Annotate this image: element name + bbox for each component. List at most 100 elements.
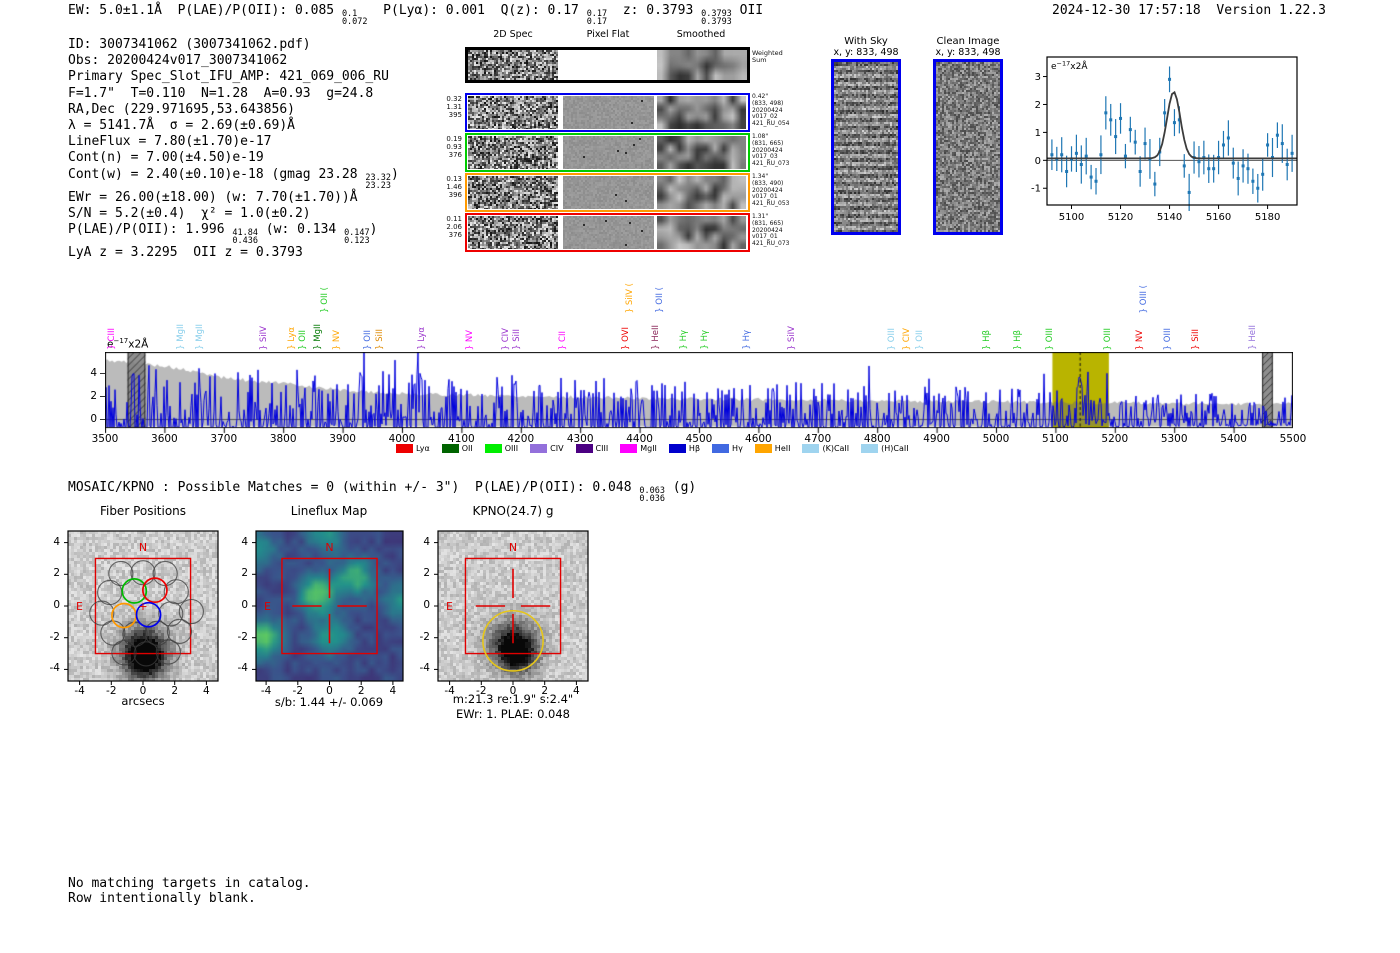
info-line-cont-w: Cont(w) = 2.40(±0.10)e-18 (gmag 23.28 23… — [68, 166, 399, 191]
fiber_positions-overlay: N E + — [64, 530, 219, 685]
smoothed-cutout — [657, 176, 746, 209]
fiber_positions-y-tick-label: -4 — [49, 662, 60, 675]
smoothed-cutout — [657, 216, 746, 249]
legend-item-heii: HeII — [754, 444, 791, 453]
summary-header-line: EW: 5.0±1.1Å P(LAE)/P(OII): 0.085 0.1 0.0… — [68, 3, 764, 27]
x-tick-label: 3700 — [210, 433, 238, 445]
legend-item-ciii: CIII — [575, 444, 609, 453]
weighted-sum-2dspec — [468, 50, 558, 80]
x-tick-label: 5500 — [1279, 433, 1307, 445]
2d-row-fiber-label: 0.42" (833, 498) 20200424 v017_02 421_RU… — [752, 93, 790, 128]
emission-line-label-hγ: } Hγ — [742, 330, 752, 350]
kpno-x-tick-label: 0 — [509, 685, 517, 697]
emission-line-label-ciii: } CIII — [107, 328, 117, 350]
legend-swatch — [620, 444, 638, 453]
kpno-y-tick-label: 0 — [423, 599, 430, 611]
x-tick-label: 5300 — [1160, 433, 1188, 445]
2d-row-weights-label: 0.19 0.93 376 — [446, 135, 462, 159]
pixel-flat-cutout — [563, 176, 654, 209]
legend-label: OIII — [504, 444, 519, 453]
2d-row-fiber-label: 1.34" (833, 490) 20200424 v017_01 421_RU… — [752, 173, 790, 208]
legend-label: OII — [461, 444, 473, 453]
stacked-uncertainty: 0.17 0.17 — [586, 9, 608, 27]
x-tick-label: 5200 — [1101, 433, 1129, 445]
footer-note-1: No matching targets in catalog. — [68, 876, 311, 891]
emission-line-label-hγ: } Hγ — [700, 330, 710, 350]
x-tick-label: 3800 — [269, 433, 297, 445]
legend-label: MgII — [640, 444, 657, 453]
legend-item-oii: OII — [441, 444, 473, 453]
report-version: Version 1.22.3 — [1216, 3, 1326, 18]
emission-line-label-oiii: } OIII — [1163, 327, 1173, 350]
x-tick-label: 5000 — [982, 433, 1010, 445]
kpno-x-tick-label: -2 — [476, 685, 487, 697]
info-line-radec: RA,Dec (229.971695,53.643856) — [68, 101, 295, 117]
y-tick-label: 2 — [90, 390, 97, 402]
2d-row-weights-label: 0.32 1.31 395 — [446, 95, 462, 119]
svg-text:5120: 5120 — [1108, 212, 1133, 223]
kpno-y-tick-label: 4 — [423, 535, 430, 548]
legend-swatch — [802, 444, 820, 453]
legend-item-mgii: MgII — [620, 444, 657, 453]
footer-note-2: Row intentionally blank. — [68, 891, 256, 906]
svg-text:1: 1 — [1035, 128, 1041, 139]
svg-text:5160: 5160 — [1206, 212, 1231, 223]
stacked-uncertainty: 23.32 23.23 — [365, 172, 392, 191]
emission-line-label-siiv: } SiIV — [787, 325, 797, 350]
stacked-uncertainty: 41.84 0.436 — [232, 228, 258, 247]
info-line-lambda-sigma: λ = 5141.7Å σ = 2.69(±0.69)Å — [68, 118, 295, 134]
legend-item-oiii: OIII — [484, 444, 519, 453]
legend-swatch — [484, 444, 502, 453]
legend-label: CIII — [595, 444, 609, 453]
report-datetime: 2024-12-30 17:57:18 — [1052, 3, 1201, 18]
svg-text:5100: 5100 — [1059, 212, 1084, 223]
lineflux_map-overlay: NE — [252, 530, 404, 685]
x-tick-label: 5400 — [1220, 433, 1247, 445]
with-sky-image — [834, 62, 898, 232]
emission-line-label-cii: } CII — [558, 330, 568, 350]
fiber_positions-y-tick-label: 0 — [53, 599, 60, 611]
kpno-xlabel-line2: EWr: 1. PLAE: 0.048 — [456, 707, 570, 721]
svg-text:e−17x2Å: e−17x2Å — [1051, 60, 1088, 73]
stacked-uncertainty: 0.1 0.072 — [341, 9, 368, 27]
emission-line-label-nv: } NV — [332, 329, 342, 350]
2d-row-weights-label: 0.11 2.06 376 — [446, 215, 462, 239]
x-tick-label: 3900 — [329, 433, 356, 445]
legend-item-kcaii: (K)CaII — [802, 444, 849, 453]
smoothed-cutout — [657, 136, 746, 169]
fiber_positions-x-tick-label: -4 — [74, 685, 85, 697]
clean-image — [936, 62, 1000, 232]
smoothed-cutout — [657, 96, 746, 129]
svg-text:E: E — [76, 600, 83, 613]
kpno-y-tick-label: -2 — [419, 630, 430, 643]
legend-item-h: Hγ — [712, 444, 743, 453]
legend-label: HeII — [774, 444, 791, 453]
svg-text:5180: 5180 — [1255, 212, 1280, 223]
emission-line-label-mgii: } MgII — [176, 324, 186, 350]
legend-swatch — [754, 444, 772, 453]
svg-text:N: N — [509, 541, 517, 554]
lineflux_map-y-tick-label: 4 — [241, 535, 248, 548]
y-tick-mark — [100, 373, 105, 374]
emission-line-label-oiii: } OIII ( — [1139, 284, 1149, 313]
emission-line-label-nv: } NV — [465, 329, 475, 350]
emission-line-label-siii: } SiII — [1191, 329, 1201, 350]
2d-spec-cutout — [468, 176, 558, 209]
legend-item-ly: Lyα — [396, 444, 430, 453]
svg-text:3: 3 — [1035, 72, 1041, 83]
emission-line-label-siii: } SiII — [375, 329, 385, 350]
info-line-redshifts: LyA z = 3.2295 OII z = 0.3793 — [68, 245, 303, 261]
legend-item-h: Hβ — [668, 444, 701, 453]
emission-line-label-siiv: } SiIV — [259, 325, 269, 350]
pixel-flat-cutout — [563, 216, 654, 249]
2d-spec-cutout — [468, 96, 558, 129]
emission-line-label-lyα: } Lyα — [417, 327, 427, 350]
lineflux_map-x-tick-label: -4 — [260, 685, 272, 697]
emission-line-label-oiii: } OIII — [1103, 327, 1113, 350]
legend-label: Hβ — [688, 444, 701, 453]
legend-swatch — [861, 444, 879, 453]
info-line-primary-spec: Primary Spec_Slot_IFU_AMP: 421_069_006_R… — [68, 69, 389, 85]
info-line-cont-n: Cont(n) = 7.00(±4.50)e-19 — [68, 150, 264, 166]
info-line-sn-chi2: S/N = 5.2(±0.4) χ² = 1.0(±0.2) — [68, 205, 311, 221]
pixel-flat-cutout — [563, 96, 654, 129]
